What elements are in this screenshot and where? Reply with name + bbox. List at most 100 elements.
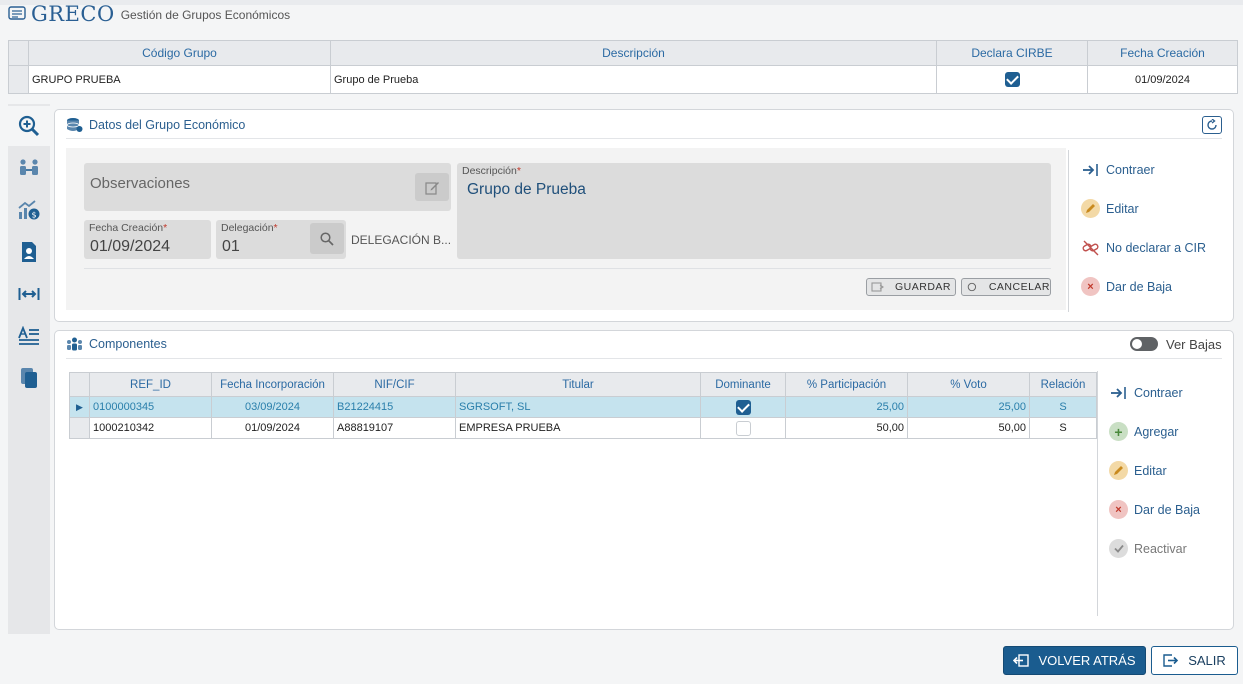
col-header-ref-id[interactable]: REF_ID xyxy=(89,372,212,397)
col-header-titular[interactable]: Titular xyxy=(455,372,701,397)
edit-observaciones-button[interactable] xyxy=(415,173,449,201)
zoom-in-icon xyxy=(18,115,40,137)
database-icon xyxy=(66,118,83,132)
user-document-icon xyxy=(22,242,36,262)
salir-label: SALIR xyxy=(1188,653,1226,668)
group-grid: Código Grupo Descripción Declara CIRBE F… xyxy=(8,40,1238,94)
guardar-button[interactable]: GUARDAR xyxy=(866,278,956,296)
pencil-icon xyxy=(1109,461,1128,480)
table-row[interactable]: ▶ 0100000345 03/09/2024 B21224415 SGRSOF… xyxy=(69,396,1097,418)
table-row[interactable]: 1000210342 01/09/2024 A88819107 EMPRESA … xyxy=(69,417,1097,439)
editar-button[interactable]: Editar xyxy=(1081,199,1139,218)
sidebar-item-riesgos[interactable]: $ xyxy=(8,190,50,230)
app-title: GRECO xyxy=(31,2,115,26)
col-header-relacion[interactable]: Relación xyxy=(1029,372,1097,397)
contraer-componentes-label: Contraer xyxy=(1134,385,1183,400)
check-icon xyxy=(1109,539,1128,558)
contraer-componentes-button[interactable]: Contraer xyxy=(1109,383,1183,402)
row-selector-header xyxy=(69,372,90,397)
componentes-title: Componentes xyxy=(89,337,167,351)
col-header-nif-cif[interactable]: NIF/CIF xyxy=(333,372,456,397)
app-subtitle: Gestión de Grupos Económicos xyxy=(120,8,291,22)
search-delegacion-button[interactable] xyxy=(310,223,344,254)
collapse-icon xyxy=(1081,160,1100,179)
ver-bajas-label: Ver Bajas xyxy=(1166,337,1222,352)
fecha-creacion-label: Fecha Creación xyxy=(89,222,164,234)
contraer-button[interactable]: Contraer xyxy=(1081,160,1155,179)
cell-descripcion: Grupo de Prueba xyxy=(330,65,937,94)
dar-baja-componente-label: Dar de Baja xyxy=(1134,502,1201,517)
no-declarar-cirbe-button[interactable]: No declarar a CIR xyxy=(1081,238,1206,257)
sidebar-item-expandir[interactable] xyxy=(8,274,50,314)
sidebar-item-copias[interactable] xyxy=(8,358,50,398)
descripcion-field[interactable]: Descripción* Grupo de Prueba xyxy=(457,163,1051,259)
editar-componente-label: Editar xyxy=(1134,463,1167,478)
sidebar-item-texto[interactable] xyxy=(8,316,50,356)
fecha-creacion-field[interactable]: Fecha Creación* 01/09/2024 xyxy=(84,220,211,259)
componentes-grid: REF_ID Fecha Incorporación NIF/CIF Titul… xyxy=(69,372,1097,439)
datos-form: Observaciones Fecha Creación* 01/09/2024… xyxy=(66,148,1066,310)
delegacion-value: 01 xyxy=(222,238,240,255)
row-selector[interactable] xyxy=(69,417,90,439)
row-selector[interactable] xyxy=(8,65,29,94)
app-header: GRECO Gestión de Grupos Económicos xyxy=(8,2,290,26)
cell-codigo-grupo: GRUPO PRUEBA xyxy=(28,65,331,94)
col-header-fecha-incorporacion[interactable]: Fecha Incorporación xyxy=(211,372,334,397)
col-header-dominante[interactable]: Dominante xyxy=(700,372,786,397)
col-header-fecha-creacion[interactable]: Fecha Creación xyxy=(1087,40,1238,66)
col-header-codigo-grupo[interactable]: Código Grupo xyxy=(28,40,331,66)
expand-horizontal-icon xyxy=(18,288,40,300)
save-icon xyxy=(871,282,884,292)
copy-documents-icon xyxy=(21,368,37,388)
editar-componente-button[interactable]: Editar xyxy=(1109,461,1167,480)
sidebar-item-documento[interactable] xyxy=(8,232,50,272)
dominante-checkbox[interactable] xyxy=(735,399,751,415)
sidebar-item-zoom[interactable] xyxy=(8,106,50,146)
reactivar-button[interactable]: Reactivar xyxy=(1109,539,1187,558)
salir-button[interactable]: SALIR xyxy=(1151,646,1238,675)
col-header-participacion[interactable]: % Participación xyxy=(785,372,908,397)
refresh-icon xyxy=(1207,119,1217,130)
cell-titular: EMPRESA PRUEBA xyxy=(455,417,701,439)
col-header-voto[interactable]: % Voto xyxy=(907,372,1030,397)
cell-participacion: 25,00 xyxy=(785,396,908,418)
agregar-button[interactable]: + Agregar xyxy=(1109,422,1178,441)
cell-nif: A88819107 xyxy=(333,417,456,439)
descripcion-value: Grupo de Prueba xyxy=(467,181,586,198)
sidebar-item-relaciones[interactable] xyxy=(8,148,50,188)
cell-participacion: 50,00 xyxy=(785,417,908,439)
dominante-checkbox[interactable] xyxy=(735,420,751,436)
guardar-label: GUARDAR xyxy=(895,281,952,293)
form-divider xyxy=(84,268,1051,269)
delegacion-label: Delegación xyxy=(221,222,274,234)
table-row[interactable]: GRUPO PRUEBA Grupo de Prueba 01/09/2024 xyxy=(8,65,1238,94)
cell-ref-id: 0100000345 xyxy=(89,396,212,418)
observaciones-placeholder: Observaciones xyxy=(90,175,191,192)
refresh-button[interactable] xyxy=(1202,116,1222,134)
volver-atras-button[interactable]: VOLVER ATRÁS xyxy=(1003,646,1146,675)
row-selector-current[interactable]: ▶ xyxy=(69,396,90,418)
required-mark: * xyxy=(163,222,168,234)
dar-baja-button[interactable]: × Dar de Baja xyxy=(1081,277,1172,296)
descripcion-label-wrap: Descripción* xyxy=(462,165,521,177)
delegacion-field[interactable]: Delegación* 01 xyxy=(216,220,346,259)
group-people-icon xyxy=(67,337,82,351)
componentes-header: Componentes xyxy=(66,337,167,351)
cell-relacion: S xyxy=(1029,396,1097,418)
datos-header-divider xyxy=(66,138,1222,139)
cancelar-button[interactable]: CANCELAR xyxy=(961,278,1051,296)
ver-bajas-toggle[interactable] xyxy=(1130,337,1158,351)
cell-dominante xyxy=(700,396,786,418)
collapse-icon xyxy=(1109,383,1128,402)
editar-label: Editar xyxy=(1106,201,1139,216)
cell-fecha: 01/09/2024 xyxy=(211,417,334,439)
cancelar-label: CANCELAR xyxy=(988,281,1050,293)
dar-baja-componente-button[interactable]: × Dar de Baja xyxy=(1109,500,1200,519)
declara-cirbe-checkbox[interactable] xyxy=(1004,72,1020,87)
observaciones-field[interactable]: Observaciones xyxy=(84,163,451,211)
col-header-declara-cirbe[interactable]: Declara CIRBE xyxy=(936,40,1088,66)
back-arrow-icon xyxy=(1013,654,1030,667)
col-header-descripcion[interactable]: Descripción xyxy=(330,40,937,66)
cell-dominante xyxy=(700,417,786,439)
unlink-icon xyxy=(1081,238,1100,257)
